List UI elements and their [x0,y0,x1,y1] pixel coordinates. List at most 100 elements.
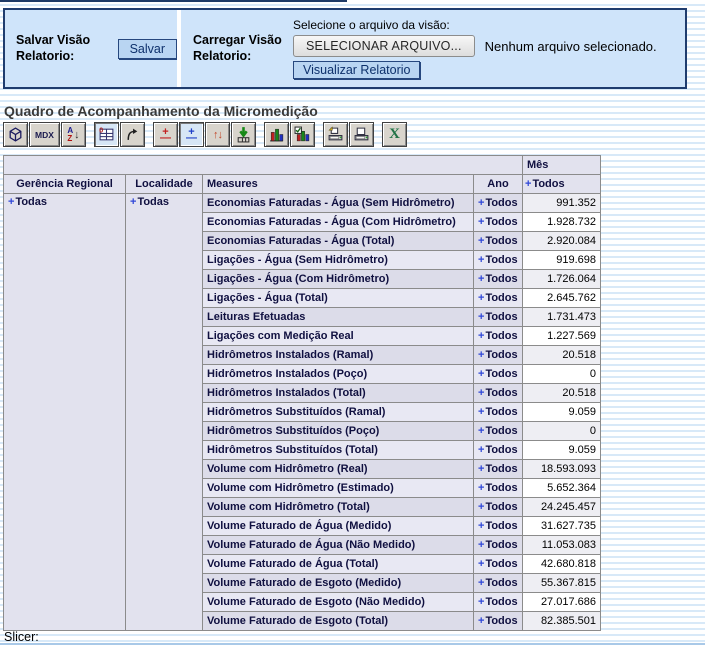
expand-icon[interactable]: + [478,368,484,380]
year-member-cell[interactable]: +Todos [474,441,523,460]
expand-icon[interactable]: + [478,615,484,627]
cube-icon[interactable] [3,122,28,147]
year-member-cell[interactable]: +Todos [474,555,523,574]
expand-icon[interactable]: + [478,539,484,551]
expand-icon[interactable]: + [478,425,484,437]
expand-icon[interactable]: + [478,197,484,209]
year-member-cell[interactable]: +Todos [474,308,523,327]
print-icon[interactable] [349,122,374,147]
year-member-cell[interactable]: +Todos [474,574,523,593]
year-member-cell[interactable]: +Todos [474,612,523,631]
measure-label-cell[interactable]: Hidrômetros Instalados (Total) [203,384,474,403]
expand-icon[interactable]: + [478,558,484,570]
year-member-cell[interactable]: +Todos [474,403,523,422]
year-member-cell[interactable]: +Todos [474,194,523,213]
year-member-cell[interactable]: +Todos [474,213,523,232]
expand-icon[interactable]: + [478,273,484,285]
save-button[interactable]: Salvar [118,39,177,59]
year-member-cell[interactable]: +Todos [474,289,523,308]
expand-icon[interactable]: + [478,330,484,342]
chart-check-icon[interactable] [290,122,315,147]
expand-icon[interactable]: + [478,501,484,513]
measure-label-cell[interactable]: Economias Faturadas - Água (Com Hidrômet… [203,213,474,232]
expand-icon[interactable]: + [478,235,484,247]
measure-label-cell[interactable]: Ligações - Água (Sem Hidrômetro) [203,251,474,270]
measure-label-cell[interactable]: Volume Faturado de Água (Medido) [203,517,474,536]
measures-field-header[interactable]: Measures [203,175,474,194]
expand-icon[interactable]: + [478,577,484,589]
year-member-cell[interactable]: +Todos [474,232,523,251]
measure-label-cell[interactable]: Leituras Efetuadas [203,308,474,327]
pivot-arrow-icon[interactable] [120,122,145,147]
year-member-cell[interactable]: +Todos [474,479,523,498]
expand-icon[interactable]: + [478,444,484,456]
expand-icon[interactable]: + [478,596,484,608]
region-member-cell[interactable]: +Todas [4,194,126,631]
measure-label-cell[interactable]: Hidrômetros Instalados (Ramal) [203,346,474,365]
expand-icon[interactable]: + [478,311,484,323]
expand-icon[interactable]: + [478,482,484,494]
svg-text:0: 0 [99,126,103,134]
year-member-cell[interactable]: +Todos [474,498,523,517]
expand-blue-icon[interactable]: +— [179,122,204,147]
measure-label-cell[interactable]: Economias Faturadas - Água (Total) [203,232,474,251]
year-member-cell[interactable]: +Todos [474,270,523,289]
year-member-cell[interactable]: +Todos [474,517,523,536]
measure-label-cell[interactable]: Ligações - Água (Total) [203,289,474,308]
month-field-header[interactable]: Mês [523,156,601,175]
month-member-header[interactable]: +Todos [523,175,601,194]
expand-icon[interactable]: + [478,463,484,475]
sort-az-icon[interactable]: AZ↓ [61,122,86,147]
excel-icon[interactable]: X [382,122,407,147]
select-file-button[interactable]: SELECIONAR ARQUIVO... [293,35,475,57]
expand-icon[interactable]: + [478,292,484,304]
expand-icon[interactable]: + [478,406,484,418]
field-grid-icon[interactable]: 0 [94,122,119,147]
measure-label-cell[interactable]: Hidrômetros Instalados (Poço) [203,365,474,384]
measure-label-cell[interactable]: Ligações - Água (Com Hidrômetro) [203,270,474,289]
measure-label-cell[interactable]: Volume com Hidrômetro (Real) [203,460,474,479]
expand-icon[interactable]: + [8,196,14,208]
year-member-cell[interactable]: +Todos [474,384,523,403]
mdx-button[interactable]: MDX [29,122,60,147]
expand-icon[interactable]: + [478,520,484,532]
measure-label-cell[interactable]: Economias Faturadas - Água (Sem Hidrômet… [203,194,474,213]
year-member-cell[interactable]: +Todos [474,460,523,479]
year-field-header[interactable]: Ano [474,175,523,194]
measure-label-cell[interactable]: Volume Faturado de Água (Não Medido) [203,536,474,555]
view-report-button[interactable]: Visualizar Relatorio [293,61,420,79]
export-icon[interactable] [323,122,348,147]
expand-icon[interactable]: + [478,216,484,228]
expand-red-icon[interactable]: +— [153,122,178,147]
year-member-cell[interactable]: +Todos [474,593,523,612]
expand-icon[interactable]: + [478,254,484,266]
measure-label-cell[interactable]: Volume Faturado de Esgoto (Total) [203,612,474,631]
year-member-cell[interactable]: +Todos [474,346,523,365]
measure-label-cell[interactable]: Volume Faturado de Água (Total) [203,555,474,574]
locality-member-cell[interactable]: +Todas [126,194,203,631]
top-divider-line [0,0,347,2]
expand-icon[interactable]: + [130,196,136,208]
measure-label-cell[interactable]: Volume com Hidrômetro (Estimado) [203,479,474,498]
year-member-cell[interactable]: +Todos [474,536,523,555]
year-member-cell[interactable]: +Todos [474,422,523,441]
measure-label-cell[interactable]: Hidrômetros Substituídos (Ramal) [203,403,474,422]
move-updown-icon[interactable]: ↑↓ [205,122,230,147]
expand-icon[interactable]: + [478,387,484,399]
measure-label-cell[interactable]: Ligações com Medição Real [203,327,474,346]
year-member-cell[interactable]: +Todos [474,327,523,346]
expand-icon[interactable]: + [478,349,484,361]
chart-icon[interactable] [264,122,289,147]
measure-label-cell[interactable]: Volume com Hidrômetro (Total) [203,498,474,517]
value-cell: 991.352 [523,194,601,213]
expand-icon[interactable]: + [525,178,531,190]
year-member-cell[interactable]: +Todos [474,251,523,270]
drill-icon[interactable] [231,122,256,147]
measure-label-cell[interactable]: Volume Faturado de Esgoto (Não Medido) [203,593,474,612]
locality-field-header[interactable]: Localidade [126,175,203,194]
year-member-cell[interactable]: +Todos [474,365,523,384]
measure-label-cell[interactable]: Hidrômetros Substituídos (Poço) [203,422,474,441]
measure-label-cell[interactable]: Hidrômetros Substituídos (Total) [203,441,474,460]
region-field-header[interactable]: Gerência Regional [4,175,126,194]
measure-label-cell[interactable]: Volume Faturado de Esgoto (Medido) [203,574,474,593]
